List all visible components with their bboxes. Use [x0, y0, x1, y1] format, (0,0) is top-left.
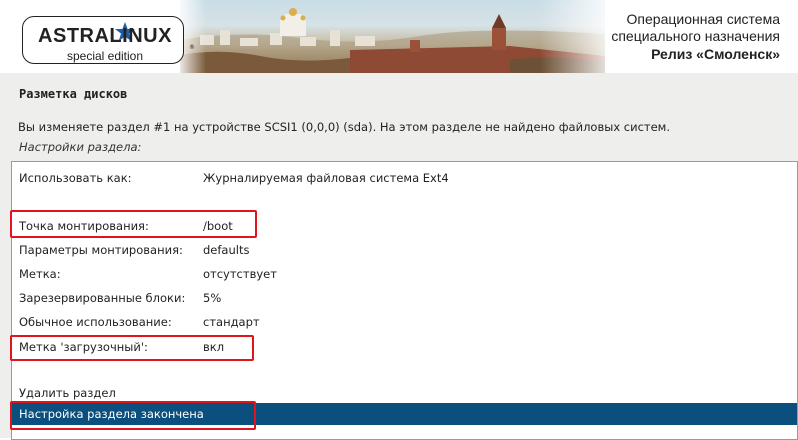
setting-label: Точка монтирования:: [19, 219, 149, 233]
setting-use-as[interactable]: Использовать как: Журналируемая файловая…: [12, 167, 797, 189]
setting-reserved-blocks[interactable]: Зарезервированные блоки: 5%: [12, 287, 797, 309]
logo-text: ASTRALINUX: [38, 25, 172, 47]
setting-value: стандарт: [203, 315, 260, 329]
page-title: Разметка дисков: [19, 87, 128, 101]
setting-value: отсутствует: [203, 267, 277, 281]
setting-bootable-flag[interactable]: Метка 'загрузочный': вкл: [12, 336, 797, 358]
setting-label: Параметры монтирования:: [19, 243, 183, 257]
setting-label: Метка:: [19, 267, 61, 281]
setting-label: Использовать как:: [19, 171, 132, 185]
setting-value: 5%: [203, 291, 222, 305]
setting-value: Журналируемая файловая система Ext4: [203, 171, 449, 185]
header-banner: ASTRALINUX special edition ® Операционна…: [0, 0, 798, 73]
action-label: Настройка раздела закончена: [19, 407, 204, 421]
delete-partition-item[interactable]: Удалить раздел: [12, 382, 797, 404]
setting-mount-point[interactable]: Точка монтирования: /boot: [12, 215, 797, 237]
os-release: Релиз «Смоленск»: [651, 46, 780, 62]
page-description: Вы изменяете раздел #1 на устройстве SCS…: [18, 120, 671, 134]
partition-settings-list[interactable]: Использовать как: Журналируемая файловая…: [11, 161, 798, 440]
setting-value: /boot: [203, 219, 233, 233]
setting-typical-usage[interactable]: Обычное использование: стандарт: [12, 311, 797, 333]
os-title-line1: Операционная система: [626, 11, 780, 27]
action-label: Удалить раздел: [19, 386, 116, 400]
setting-mount-options[interactable]: Параметры монтирования: defaults: [12, 239, 797, 261]
section-label: Настройки раздела:: [19, 140, 142, 154]
setting-label-name[interactable]: Метка: отсутствует: [12, 263, 797, 285]
os-title-line2: специального назначения: [611, 28, 780, 44]
setting-label: Обычное использование:: [19, 315, 172, 329]
setting-value: вкл: [203, 340, 225, 354]
os-title: Операционная система специального назнач…: [560, 11, 780, 45]
setting-label: Метка 'загрузочный':: [19, 340, 148, 354]
registered-mark: ®: [189, 44, 195, 51]
setting-label: Зарезервированные блоки:: [19, 291, 186, 305]
setting-value: defaults: [203, 243, 250, 257]
done-setting-up-item[interactable]: Настройка раздела закончена: [12, 403, 797, 425]
astralinux-logo: ASTRALINUX special edition ®: [22, 16, 195, 64]
logo-subtitle: special edition: [66, 49, 144, 63]
